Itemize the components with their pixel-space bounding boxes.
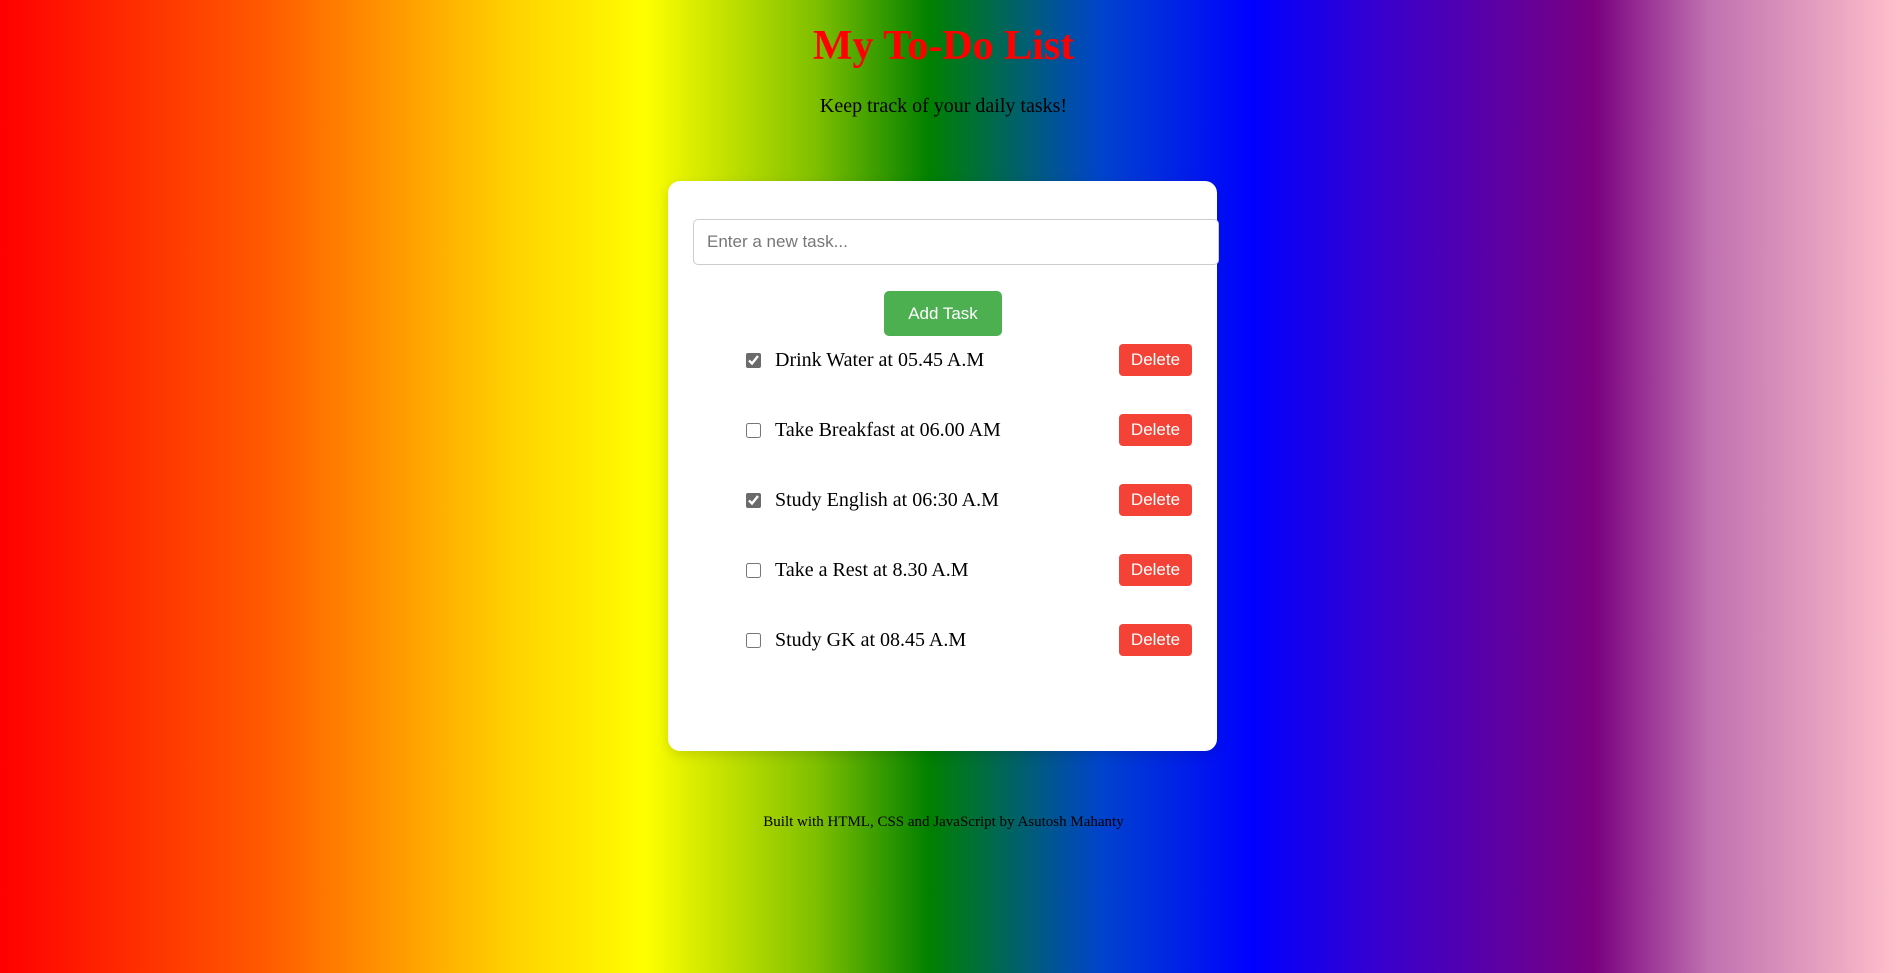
task-text: Take Breakfast at 06.00 AM [775, 419, 1001, 441]
page-subtitle: Keep track of your daily tasks! [819, 95, 1068, 117]
task-item: Drink Water at 05.45 A.M Delete [746, 344, 1192, 376]
delete-task-button[interactable]: Delete [1119, 554, 1192, 586]
task-text: Study GK at 08.45 A.M [775, 629, 967, 651]
task-text: Study English at 06:30 A.M [775, 489, 999, 511]
task-checkbox[interactable] [746, 353, 761, 368]
task-item: Study GK at 08.45 A.M Delete [746, 624, 1192, 656]
new-task-input[interactable] [693, 219, 1219, 265]
task-checkbox[interactable] [746, 493, 761, 508]
delete-task-button[interactable]: Delete [1119, 344, 1192, 376]
task-item: Study English at 06:30 A.M Delete [746, 484, 1192, 516]
task-text: Drink Water at 05.45 A.M [775, 349, 985, 371]
task-item: Take a Rest at 8.30 A.M Delete [746, 554, 1192, 586]
todo-card: Add Task Drink Water at 05.45 A.M Delete… [668, 181, 1219, 751]
delete-task-button[interactable]: Delete [1119, 484, 1192, 516]
task-checkbox[interactable] [746, 563, 761, 578]
page-title: My To-Do List [812, 23, 1075, 69]
task-text: Take a Rest at 8.30 A.M [775, 559, 969, 581]
footer-credit: Built with HTML, CSS and JavaScript by A… [763, 814, 1124, 830]
add-task-button[interactable]: Add Task [884, 291, 1002, 336]
task-checkbox[interactable] [746, 633, 761, 648]
delete-task-button[interactable]: Delete [1119, 624, 1192, 656]
task-checkbox[interactable] [746, 423, 761, 438]
delete-task-button[interactable]: Delete [1119, 414, 1192, 446]
task-item: Take Breakfast at 06.00 AM Delete [746, 414, 1192, 446]
